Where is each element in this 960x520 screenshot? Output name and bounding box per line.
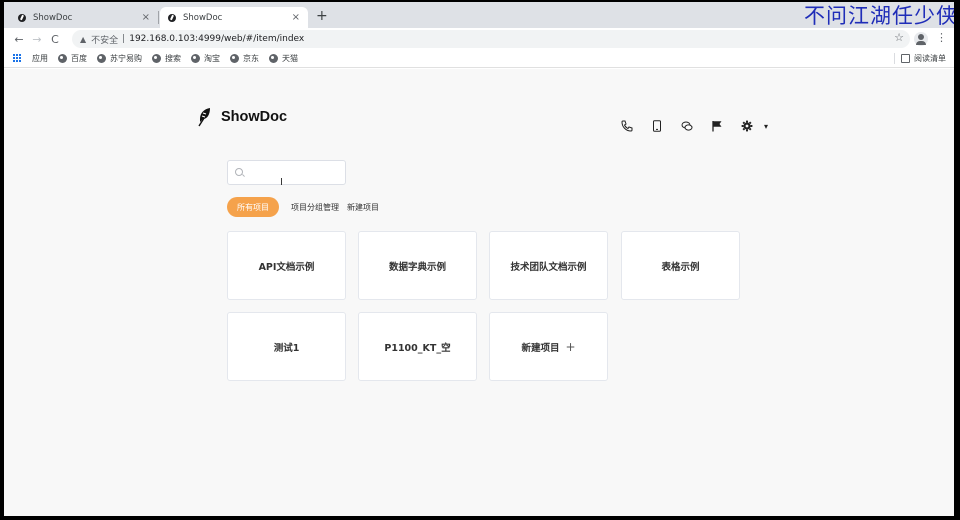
bookmark-label: 京东 — [243, 54, 259, 63]
project-title: 表格示例 — [661, 261, 700, 273]
tab-title: ShowDoc — [33, 12, 73, 23]
bookmark-search[interactable]: 搜索 — [152, 53, 181, 64]
bookmark-label: 搜索 — [165, 54, 181, 63]
reading-list-button[interactable]: 阅读清单 — [894, 53, 946, 64]
tab-strip: ShowDoc × ShowDoc × + 不问江湖任少侠 — [4, 2, 954, 28]
brand-name: ShowDoc — [221, 109, 288, 125]
bookmark-baidu[interactable]: 百度 — [58, 53, 87, 64]
bookmark-label: 天猫 — [282, 54, 298, 63]
browser-window: ShowDoc × ShowDoc × + 不问江湖任少侠 ← → C ▲ 不安… — [4, 2, 954, 516]
showdoc-favicon-icon — [168, 13, 176, 22]
tab-title: ShowDoc — [183, 12, 223, 23]
tab-showdoc-1[interactable]: ShowDoc × — [10, 7, 158, 28]
chevron-down-icon[interactable]: ▾ — [764, 122, 768, 131]
showdoc-favicon-icon — [18, 13, 26, 22]
bookmark-jd[interactable]: 京东 — [230, 53, 259, 64]
globe-icon — [269, 54, 278, 63]
bookmark-suning[interactable]: 苏宁易购 — [97, 53, 142, 64]
new-project-label: 新建项目 — [521, 342, 560, 354]
bookmark-apps[interactable]: 应用 — [32, 53, 48, 64]
project-title: P1100_KT_空 — [384, 342, 451, 354]
search-icon — [235, 168, 243, 176]
address-bar[interactable]: ▲ 不安全 | 192.168.0.103:4999/web/#/item/in… — [72, 30, 910, 48]
new-project-link[interactable]: 新建项目 — [347, 202, 379, 213]
watermark-overlay-text: 不问江湖任少侠 — [804, 4, 954, 28]
globe-icon — [191, 54, 200, 63]
globe-icon — [97, 54, 106, 63]
bookmark-label: 苏宁易购 — [110, 54, 142, 63]
insecure-label[interactable]: 不安全 — [91, 33, 118, 46]
flag-icon[interactable] — [702, 119, 732, 133]
warning-icon[interactable]: ▲ — [80, 35, 86, 44]
url-text[interactable]: 192.168.0.103:4999/web/#/item/index — [129, 34, 304, 44]
bookmarks-divider — [894, 53, 895, 64]
project-title: API文档示例 — [258, 261, 315, 273]
project-card[interactable]: API文档示例 — [227, 231, 346, 300]
chat-icon[interactable] — [672, 119, 702, 133]
browser-menu-icon[interactable]: ⋮ — [936, 31, 947, 44]
project-card[interactable]: 数据字典示例 — [358, 231, 477, 300]
bookmark-label: 淘宝 — [204, 54, 220, 63]
reload-button[interactable]: C — [46, 33, 64, 46]
tab-close-icon[interactable]: × — [292, 12, 300, 23]
search-input[interactable] — [227, 160, 346, 185]
new-tab-button[interactable]: + — [316, 7, 328, 25]
address-separator: | — [122, 34, 126, 44]
plus-icon: + — [565, 339, 576, 354]
tab-divider — [158, 11, 159, 24]
new-project-card[interactable]: 新建项目 + — [489, 312, 608, 381]
tab-showdoc-2[interactable]: ShowDoc × — [160, 7, 308, 28]
text-cursor: I — [280, 177, 283, 188]
globe-icon — [152, 54, 161, 63]
bookmarks-bar: 应用 百度 苏宁易购 搜索 淘宝 京东 天猫 阅读清单 — [4, 50, 954, 68]
reading-list-icon — [901, 54, 910, 63]
project-card[interactable]: P1100_KT_空 — [358, 312, 477, 381]
feather-logo-icon — [198, 108, 210, 127]
project-title: 测试1 — [273, 342, 300, 354]
tab-close-icon[interactable]: × — [142, 12, 150, 23]
globe-icon — [58, 54, 67, 63]
tablet-icon[interactable] — [642, 119, 672, 133]
all-projects-button[interactable]: 所有项目 — [227, 197, 279, 217]
bookmark-tmall[interactable]: 天猫 — [269, 53, 298, 64]
profile-avatar-icon[interactable] — [914, 32, 928, 46]
header-actions: ▾ — [612, 119, 768, 133]
group-manage-link[interactable]: 项目分组管理 — [291, 202, 339, 213]
logo[interactable]: ShowDoc — [197, 107, 287, 127]
project-title: 技术团队文档示例 — [510, 261, 587, 273]
bookmark-label: 百度 — [71, 54, 87, 63]
apps-grid-icon[interactable] — [13, 54, 22, 63]
gear-icon[interactable] — [732, 119, 762, 133]
bookmark-star-icon[interactable]: ☆ — [894, 31, 904, 44]
bookmark-label: 应用 — [32, 54, 48, 63]
bookmark-taobao[interactable]: 淘宝 — [191, 53, 220, 64]
project-card[interactable]: 测试1 — [227, 312, 346, 381]
project-filters: 所有项目 项目分组管理 新建项目 — [227, 197, 379, 217]
phone-icon[interactable] — [612, 119, 642, 133]
showdoc-page: ShowDoc ▾ I 所有项目 项目分组管理 新建项目 API文档示例 数据字… — [4, 69, 954, 516]
reading-list-label: 阅读清单 — [914, 54, 946, 63]
forward-button[interactable]: → — [28, 33, 46, 46]
project-title: 数据字典示例 — [388, 261, 446, 273]
browser-toolbar: ← → C ▲ 不安全 | 192.168.0.103:4999/web/#/i… — [4, 28, 954, 50]
globe-icon — [230, 54, 239, 63]
back-button[interactable]: ← — [10, 33, 28, 46]
project-card[interactable]: 表格示例 — [621, 231, 740, 300]
project-card[interactable]: 技术团队文档示例 — [489, 231, 608, 300]
